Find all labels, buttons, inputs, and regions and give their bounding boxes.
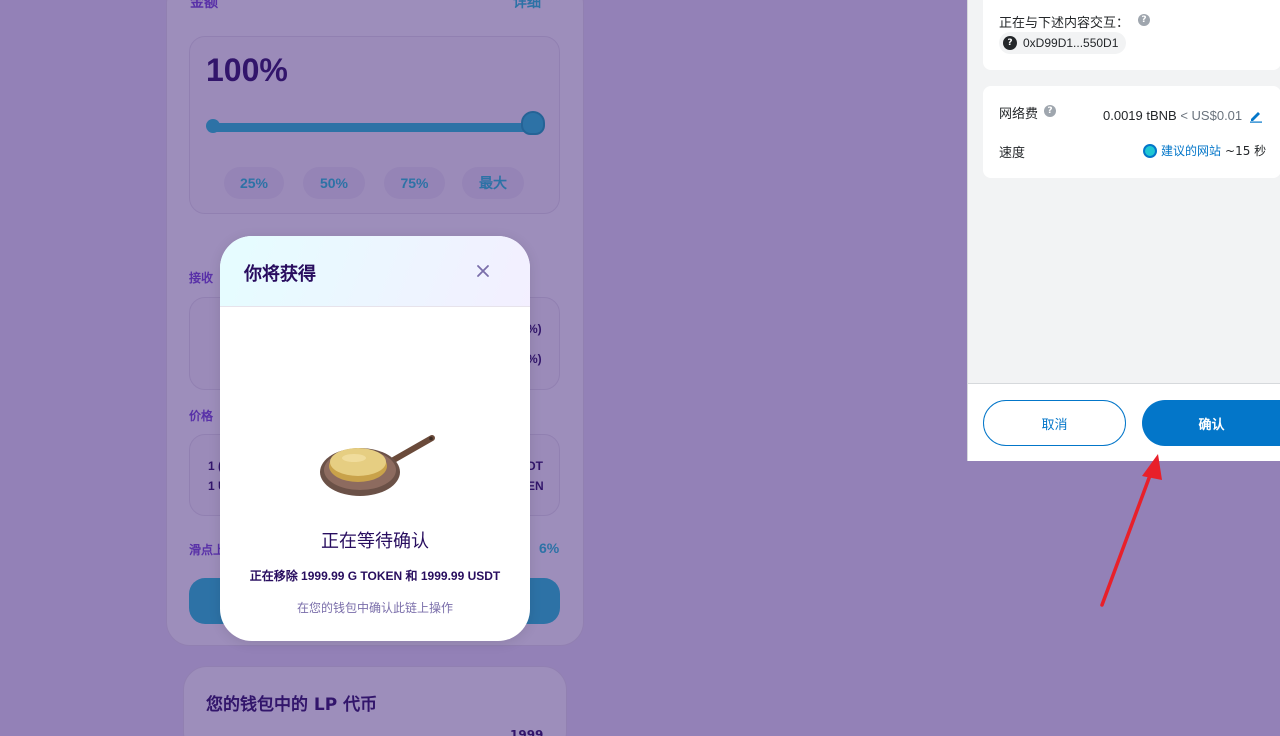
speed-time: ~15 秒 bbox=[1225, 144, 1267, 158]
pending-modal: 你将获得 正在等待确认 正在移除 1999.99 G TOKEN 和 1999.… bbox=[220, 236, 530, 641]
modal-hint: 在您的钱包中确认此链上操作 bbox=[296, 601, 453, 615]
fee-amount: 0.0019 tBNB bbox=[1103, 108, 1177, 123]
close-icon[interactable] bbox=[473, 261, 493, 281]
question-icon: ? bbox=[1003, 36, 1017, 50]
info-icon[interactable]: ? bbox=[1138, 14, 1150, 26]
fee-card bbox=[983, 86, 1280, 178]
red-arrow-annotation bbox=[1100, 454, 1162, 607]
confirm-button[interactable]: 确认 bbox=[1142, 400, 1280, 446]
interact-label: 正在与下述内容交互： bbox=[999, 16, 1130, 31]
modal-detail: 正在移除 1999.99 G TOKEN 和 1999.99 USDT bbox=[249, 569, 501, 583]
edit-icon[interactable] bbox=[1249, 109, 1263, 123]
pancake-pan-icon bbox=[320, 435, 435, 496]
modal-title: 你将获得 bbox=[244, 264, 316, 285]
contract-address[interactable]: ? 0xD99D1...550D1 bbox=[999, 32, 1127, 54]
speed-label: 速度 bbox=[999, 146, 1026, 161]
info-icon[interactable]: ? bbox=[1044, 105, 1056, 117]
address-text: 0xD99D1...550D1 bbox=[1023, 36, 1119, 50]
fee-usd: < US$0.01 bbox=[1180, 108, 1243, 123]
speed-source-link[interactable]: 建议的网站 bbox=[1161, 142, 1221, 159]
modal-status: 正在等待确认 bbox=[321, 531, 429, 552]
wallet-panel: 正在与下述内容交互： ? ? 0xD99D1...550D1 网络费 ? 0.0… bbox=[967, 0, 1280, 461]
fee-label: 网络费 bbox=[999, 107, 1039, 122]
speed-value: 建议的网站 ~15 秒 bbox=[1143, 142, 1266, 159]
fee-value: 0.0019 tBNB < US$0.01 bbox=[1103, 108, 1242, 123]
cancel-button[interactable]: 取消 bbox=[983, 400, 1126, 446]
globe-icon bbox=[1143, 143, 1157, 158]
modal-header: 你将获得 bbox=[220, 236, 530, 307]
